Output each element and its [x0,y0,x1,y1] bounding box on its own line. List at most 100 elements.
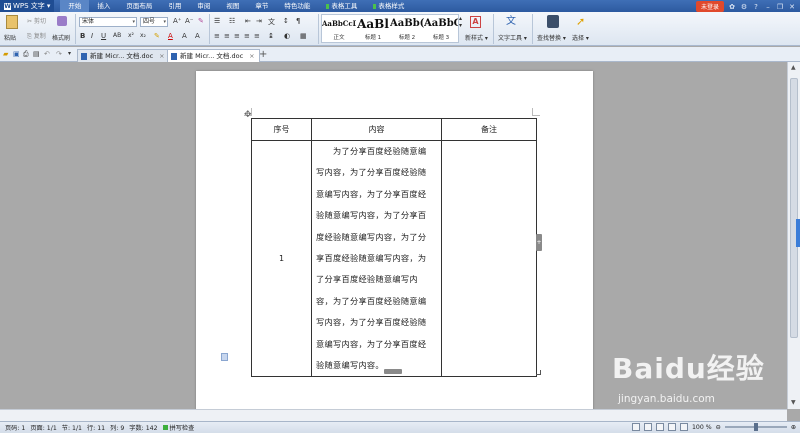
open-folder-icon[interactable]: ▰ [3,50,8,58]
paragraph-options-icon[interactable] [221,353,228,361]
close-tab-icon[interactable]: × [249,52,254,60]
menu-item[interactable]: 引用 [160,0,189,12]
view-outline-icon[interactable] [667,423,676,431]
header-cell-note[interactable]: 备注 [441,118,537,141]
style-item[interactable]: AaBbC 标题 3 [424,15,458,42]
help-icon[interactable]: ? [752,3,760,11]
menu-item[interactable]: 特色功能 [276,0,318,12]
zoom-out-icon[interactable]: ⊖ [716,424,721,431]
app-menu-button[interactable]: W WPS 文字 ▾ [0,0,55,12]
numbered-list-icon[interactable]: ☷ [229,17,235,25]
font-name-select[interactable]: 宋体 ▾ [79,17,137,27]
view-page-icon[interactable] [631,423,640,431]
status-words[interactable]: 字数: 142 [129,423,157,432]
zoom-in-icon[interactable]: ⊕ [791,424,796,431]
print-icon[interactable]: ⎙ [23,50,29,59]
cursor-select-icon[interactable]: ➚ [576,15,586,28]
style-item[interactable]: AaBl 标题 1 [356,15,390,42]
text-tools-button[interactable]: 文字工具 ▾ [498,33,527,42]
shading-icon[interactable]: ◐ [284,32,290,40]
bullet-list-icon[interactable]: ☰ [214,17,220,25]
italic-icon[interactable]: I [91,32,93,40]
add-column-handle[interactable]: + [536,234,542,251]
border-icon[interactable]: ▦ [300,32,307,40]
align-left-icon[interactable]: ≡ [214,32,220,40]
menu-item[interactable]: 开始 [60,0,90,12]
font-size-select[interactable]: 四号 ▾ [140,17,168,27]
menu-item[interactable]: 表格工具 [318,0,365,12]
document-page[interactable]: ✥ 序号 内容 备注 1 为了分享百度经验随意编 写内容，为了分享百度经验随 意编写… [196,71,593,421]
chinese-layout-icon[interactable]: 文 [268,17,275,27]
header-cell-index[interactable]: 序号 [251,118,312,141]
new-tab-button[interactable]: + [259,49,267,60]
view-reading-icon[interactable] [679,423,688,431]
status-pages[interactable]: 页面: 1/1 [30,423,56,432]
skin-icon[interactable]: ✿ [728,3,736,11]
document-tab[interactable]: 新建 Micr... 文档.doc × [77,49,170,62]
settings-icon[interactable]: ⚙ [740,3,748,11]
menu-item[interactable]: 章节 [247,0,276,12]
scroll-down-icon[interactable]: ▼ [791,399,796,406]
document-tab[interactable]: 新建 Micr... 文档.doc × [167,49,260,62]
close-icon[interactable]: ✕ [788,3,796,11]
bold-icon[interactable]: B [80,32,85,40]
sort-icon[interactable]: ↕ [283,17,289,25]
align-center-icon[interactable]: ≡ [224,32,230,40]
cut-button[interactable]: ✂ 剪切 [27,16,46,25]
justify-icon[interactable]: ≡ [244,32,250,40]
format-painter-icon[interactable] [57,16,67,26]
decrease-indent-icon[interactable]: ⇤ [245,17,251,25]
show-marks-icon[interactable]: ¶ [296,17,300,25]
text-tools-icon[interactable]: 文 [506,15,518,28]
superscript-icon[interactable]: x² [128,32,134,39]
print-preview-icon[interactable]: ▤ [33,50,40,58]
underline-icon[interactable]: U [101,32,106,40]
clear-format-icon[interactable]: ✎ [198,17,204,25]
align-right-icon[interactable]: ≡ [234,32,240,40]
add-row-handle[interactable] [384,369,402,374]
paste-button[interactable]: 粘贴 [4,33,16,42]
view-web-icon[interactable] [655,423,664,431]
styles-scroll-icon[interactable]: ▴ ▾ [459,15,462,29]
paste-icon[interactable] [6,15,18,29]
new-style-icon[interactable]: A [470,16,481,28]
quick-access-more-icon[interactable]: ▾ [68,50,71,57]
restore-icon[interactable]: ❐ [776,3,784,11]
char-border-icon[interactable]: A [195,32,200,40]
line-spacing-icon[interactable]: ↨ [268,32,274,40]
side-panel-toggle[interactable] [796,219,800,247]
undo-icon[interactable]: ↶ [44,50,50,58]
style-item[interactable]: AaBbCcDd 正文 [322,15,356,42]
style-item[interactable]: AaBb(标题 2 [390,15,424,42]
cell-index[interactable]: 1 [251,139,312,378]
copy-button[interactable]: ⎘ 复制 [27,31,46,41]
document-table[interactable]: 序号 内容 备注 1 为了分享百度经验随意编 写内容，为了分享百度经验随 意编写内容… [251,118,537,378]
menu-item[interactable]: 视图 [218,0,247,12]
table-resize-handle[interactable] [536,370,541,375]
highlight-icon[interactable]: ✎ [154,32,160,40]
font-color-icon[interactable]: A [168,32,173,40]
strikethrough-icon[interactable]: AB [113,32,121,39]
close-tab-icon[interactable]: × [159,52,164,60]
cell-note[interactable] [441,139,537,378]
login-button[interactable]: 未登录 [695,1,724,12]
spell-check-button[interactable]: 拼写检查 [162,423,194,432]
header-cell-content[interactable]: 内容 [311,118,442,141]
redo-icon[interactable]: ↷ [56,50,62,58]
format-painter-button[interactable]: 格式刷 [52,33,70,42]
cell-content[interactable]: 为了分享百度经验随意编 写内容，为了分享百度经验随 意编写内容，为了分享百度经 验随意… [311,139,442,378]
menu-item[interactable]: 审阅 [189,0,218,12]
grow-font-icon[interactable]: A⁺ [173,17,181,25]
vertical-scroll-thumb[interactable] [790,78,798,338]
select-button[interactable]: 选择 ▾ [572,33,589,42]
view-fullscreen-icon[interactable] [643,423,652,431]
scroll-up-icon[interactable]: ▲ [791,64,796,71]
menu-item[interactable]: 表格样式 [365,0,412,12]
distributed-icon[interactable]: ≡ [254,32,260,40]
shrink-font-icon[interactable]: A⁻ [185,17,193,25]
binoculars-icon[interactable] [547,15,559,28]
menu-item[interactable]: 页面布局 [118,0,160,12]
minimize-icon[interactable]: – [764,3,772,11]
increase-indent-icon[interactable]: ⇥ [256,17,262,25]
char-shading-icon[interactable]: A [182,32,187,40]
